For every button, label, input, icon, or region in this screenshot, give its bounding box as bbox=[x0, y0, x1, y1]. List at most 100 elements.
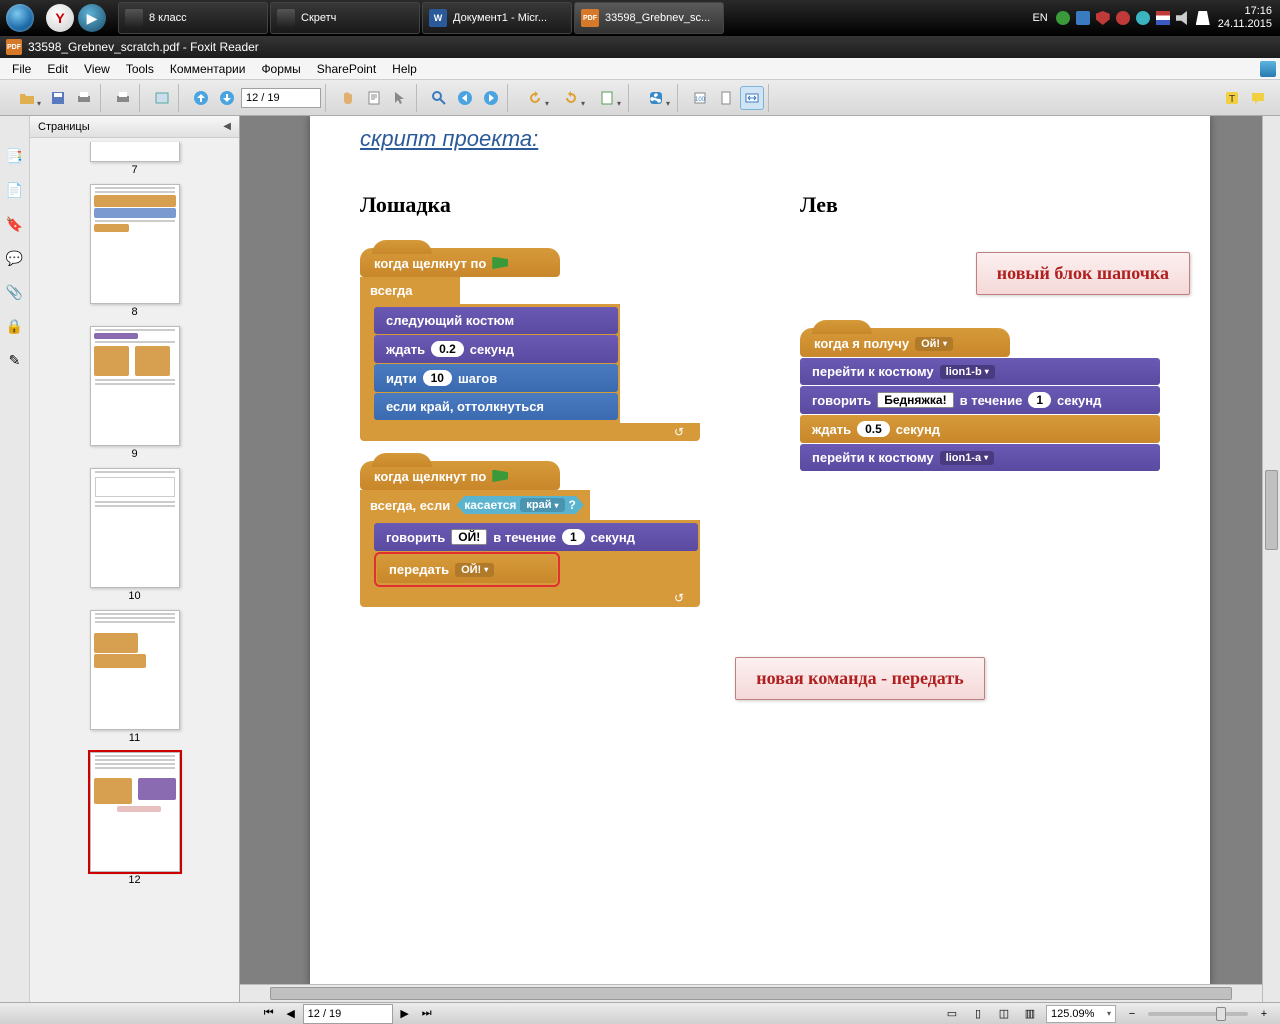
page-thumbnail[interactable] bbox=[90, 326, 180, 446]
first-page-button[interactable]: ⏮ bbox=[259, 1005, 279, 1023]
last-page-button[interactable]: ⏭ bbox=[417, 1005, 437, 1023]
flag-icon[interactable] bbox=[1156, 11, 1170, 25]
zoom-in-button[interactable]: + bbox=[1254, 1005, 1274, 1023]
select-text-tool[interactable] bbox=[362, 86, 386, 110]
task-foxit[interactable]: PDF33598_Grebnev_sc... bbox=[574, 2, 724, 34]
menu-tools[interactable]: Tools bbox=[118, 60, 162, 78]
layers-tab-icon[interactable]: 🔖 bbox=[5, 214, 25, 234]
volume-icon[interactable] bbox=[1176, 11, 1190, 25]
pages-tab-icon[interactable]: 📄 bbox=[5, 180, 25, 200]
tray-icon[interactable] bbox=[1116, 11, 1130, 25]
facing-button[interactable]: ◫ bbox=[994, 1005, 1014, 1023]
callout-top: новый блок шапочка bbox=[976, 252, 1190, 295]
restore-icon[interactable] bbox=[1260, 61, 1276, 77]
menu-view[interactable]: View bbox=[76, 60, 118, 78]
next-page-button[interactable] bbox=[215, 86, 239, 110]
callout-bottom: новая команда - передать bbox=[735, 657, 984, 700]
document-scroll[interactable]: скрипт проекта: Лошадка когда щелкнут по… bbox=[240, 116, 1280, 1002]
scratch-script-2: когда щелкнут по всегда, если касается к… bbox=[360, 461, 700, 607]
thumbnails-list[interactable]: 7 8 9 10 11 12 bbox=[30, 138, 239, 1002]
collapse-icon[interactable]: ◀ bbox=[223, 121, 231, 132]
attachments-tab-icon[interactable]: 📎 bbox=[5, 282, 25, 302]
menu-edit[interactable]: Edit bbox=[39, 60, 76, 78]
menu-forms[interactable]: Формы bbox=[253, 60, 308, 78]
zoom-slider[interactable] bbox=[1148, 1012, 1248, 1016]
fit-page-button[interactable] bbox=[714, 86, 738, 110]
share-button[interactable] bbox=[639, 86, 673, 110]
pdf-icon: PDF bbox=[6, 39, 22, 55]
page-thumbnail[interactable] bbox=[90, 184, 180, 304]
zoom-out-button[interactable]: − bbox=[1122, 1005, 1142, 1023]
window-titlebar: PDF 33598_Grebnev_scratch.pdf - Foxit Re… bbox=[0, 36, 1280, 58]
rotate-right-button[interactable] bbox=[554, 86, 588, 110]
window-title: 33598_Grebnev_scratch.pdf - Foxit Reader bbox=[28, 40, 259, 54]
clock[interactable]: 17:16 24.11.2015 bbox=[1218, 5, 1272, 31]
signatures-tab-icon[interactable]: ✎ bbox=[5, 350, 25, 370]
menu-bar: File Edit View Tools Комментарии Формы S… bbox=[0, 58, 1280, 80]
note-button[interactable] bbox=[1246, 86, 1270, 110]
find-next-button[interactable] bbox=[479, 86, 503, 110]
find-prev-button[interactable] bbox=[453, 86, 477, 110]
menu-sharepoint[interactable]: SharePoint bbox=[309, 60, 384, 78]
continuous-button[interactable]: ▯ bbox=[968, 1005, 988, 1023]
menu-file[interactable]: File bbox=[4, 60, 39, 78]
page-thumbnail[interactable] bbox=[90, 610, 180, 730]
single-page-button[interactable]: ▭ bbox=[942, 1005, 962, 1023]
rotate-left-button[interactable] bbox=[518, 86, 552, 110]
document-area: скрипт проекта: Лошадка когда щелкнут по… bbox=[240, 116, 1280, 1002]
taskbar-tasks: 8 класс Скретч WДокумент1 - Micr... PDF3… bbox=[118, 2, 724, 34]
windows-taskbar: Y ▶ 8 класс Скретч WДокумент1 - Micr... … bbox=[0, 0, 1280, 36]
page-heading: скрипт проекта: bbox=[360, 126, 1160, 152]
loop-arrow-icon: ↺ bbox=[674, 425, 684, 439]
comments-tab-icon[interactable]: 💬 bbox=[5, 248, 25, 268]
fit-width-button[interactable] bbox=[740, 86, 764, 110]
page-thumbnail[interactable] bbox=[90, 142, 180, 162]
scratch-script-3: когда я получу Ой! перейти к костюму lio… bbox=[800, 328, 1160, 471]
menu-comments[interactable]: Комментарии bbox=[162, 60, 254, 78]
continuous-facing-button[interactable]: ▥ bbox=[1020, 1005, 1040, 1023]
folder-icon bbox=[277, 9, 295, 27]
wmp-icon[interactable]: ▶ bbox=[78, 4, 106, 32]
toolbar: 100 T bbox=[0, 80, 1280, 116]
zoom-combo[interactable]: 125.09% bbox=[1046, 1005, 1116, 1023]
yandex-icon[interactable]: Y bbox=[46, 4, 74, 32]
page-number-input[interactable] bbox=[241, 88, 321, 108]
thumbs-header: Страницы ◀ bbox=[30, 116, 239, 138]
status-page-input[interactable] bbox=[303, 1004, 393, 1024]
scratch-script-1: когда щелкнут по всегда следующий костюм… bbox=[360, 248, 700, 441]
print-button2[interactable] bbox=[111, 86, 135, 110]
open-button[interactable] bbox=[10, 86, 44, 110]
next-page-button[interactable]: ▶ bbox=[395, 1005, 415, 1023]
action-center-icon[interactable] bbox=[1196, 11, 1210, 25]
tray-icon[interactable] bbox=[1056, 11, 1070, 25]
menu-help[interactable]: Help bbox=[384, 60, 425, 78]
shield-icon[interactable] bbox=[1096, 11, 1110, 25]
hand-tool[interactable] bbox=[336, 86, 360, 110]
horizontal-scrollbar[interactable] bbox=[240, 984, 1262, 1002]
page-thumbnail[interactable] bbox=[90, 752, 180, 872]
print-button[interactable] bbox=[72, 86, 96, 110]
prev-page-button[interactable]: ◀ bbox=[281, 1005, 301, 1023]
security-tab-icon[interactable]: 🔒 bbox=[5, 316, 25, 336]
language-indicator[interactable]: EN bbox=[1032, 12, 1047, 24]
page-thumbnail[interactable] bbox=[90, 468, 180, 588]
quick-launch: Y ▶ bbox=[40, 4, 112, 32]
select-tool[interactable] bbox=[388, 86, 412, 110]
task-scratch[interactable]: Скретч bbox=[270, 2, 420, 34]
find-button[interactable] bbox=[427, 86, 451, 110]
vertical-scrollbar[interactable] bbox=[1262, 116, 1280, 1002]
bookmarks-tab-icon[interactable]: 📑 bbox=[5, 146, 25, 166]
start-button[interactable] bbox=[0, 0, 40, 36]
status-bar: ⏮ ◀ ▶ ⏭ ▭ ▯ ◫ ▥ 125.09% − + bbox=[0, 1002, 1280, 1024]
task-word[interactable]: WДокумент1 - Micr... bbox=[422, 2, 572, 34]
page-display-button[interactable] bbox=[150, 86, 174, 110]
save-button[interactable] bbox=[46, 86, 70, 110]
task-8klass[interactable]: 8 класс bbox=[118, 2, 268, 34]
actual-size-button[interactable]: 100 bbox=[688, 86, 712, 110]
right-column: Лев новый блок шапочка когда я получу Ой… bbox=[800, 192, 1160, 627]
highlight-button[interactable]: T bbox=[1220, 86, 1244, 110]
prev-page-button[interactable] bbox=[189, 86, 213, 110]
tray-icon[interactable] bbox=[1136, 11, 1150, 25]
snapshot-button[interactable] bbox=[590, 86, 624, 110]
tray-icon[interactable] bbox=[1076, 11, 1090, 25]
